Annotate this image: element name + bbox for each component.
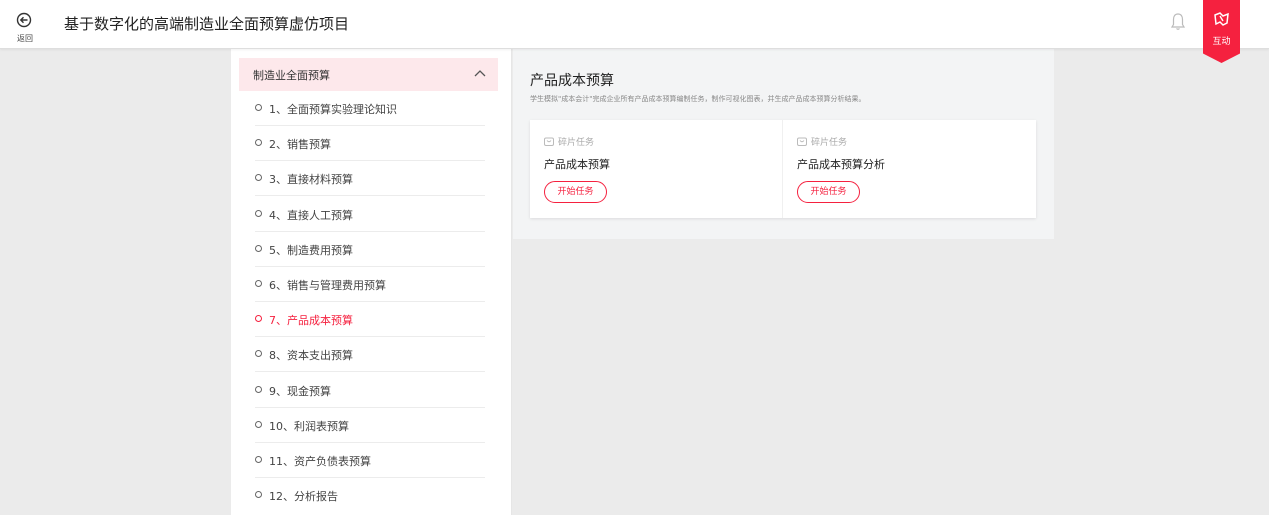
sidebar-menu-item-label: 11、资产负债表预算 (269, 455, 371, 468)
sidebar-menu-item-label: 4、直接人工预算 (269, 208, 353, 222)
task-name: 产品成本预算 (544, 158, 610, 171)
sidebar-section-header[interactable]: 制造业全面预算 (239, 58, 498, 91)
sidebar-menu-item-label: 3、直接材料预算 (269, 173, 353, 187)
bullet-icon (255, 174, 262, 182)
sidebar-menu-item-label: 5、制造费用预算 (269, 243, 353, 257)
section-title: 产品成本预算 (530, 73, 614, 89)
bullet-icon (255, 244, 262, 252)
interact-icon (1214, 12, 1229, 26)
sidebar-menu-item[interactable]: 8、资本支出预算 (255, 337, 485, 373)
sidebar-menu-item[interactable]: 2、销售预算 (255, 126, 485, 162)
bullet-icon (255, 139, 262, 147)
task-card: 碎片任务 产品成本预算 开始任务 (530, 120, 783, 218)
sidebar-menu-item-label: 6、销售与管理费用预算 (269, 279, 386, 292)
clock-icon (797, 137, 807, 146)
page-title: 基于数字化的高端制造业全面预算虚仿项目 (64, 15, 350, 33)
task-type-label: 碎片任务 (811, 138, 848, 148)
sidebar: 制造业全面预算 1、全面预算实验理论知识 2、销售预算 3、直接材料预算 4、直接人工… (231, 49, 512, 515)
top-bar: 返回 基于数字化的高端制造业全面预算虚仿项目 互动 (0, 0, 1269, 63)
bullet-icon (255, 420, 262, 428)
sidebar-menu-item[interactable]: 11、资产负债表预算 (255, 443, 485, 478)
back-arrow-icon (16, 12, 32, 28)
bullet-icon (255, 350, 262, 358)
sidebar-menu-item[interactable]: 10、利润表预算 (255, 408, 485, 443)
start-task-button[interactable]: 开始任务 (544, 181, 607, 203)
bullet-icon (255, 385, 262, 393)
sidebar-menu-item-label: 7、产品成本预算 (269, 314, 353, 328)
back-button[interactable]: 返回 (9, 8, 41, 44)
task-card-group: 碎片任务 产品成本预算 开始任务 碎片任务 产品成本预算分析 开始任务 (530, 120, 1036, 218)
task-card: 碎片任务 产品成本预算分析 开始任务 (783, 120, 1036, 218)
sidebar-menu-item-label: 9、现金预算 (269, 384, 331, 398)
sidebar-menu-item[interactable]: 6、销售与管理费用预算 (255, 267, 485, 302)
section-description: 学生模拟"成本会计"完成企业所有产品成本预算编制任务，制作可视化图表，并生成产品… (530, 95, 866, 103)
back-label: 返回 (17, 34, 33, 43)
task-type-label: 碎片任务 (558, 138, 595, 148)
bullet-icon (255, 491, 262, 499)
bell-icon[interactable] (1170, 12, 1186, 32)
task-name: 产品成本预算分析 (797, 158, 885, 171)
start-task-button[interactable]: 开始任务 (797, 181, 860, 203)
sidebar-menu-item-label: 10、利润表预算 (269, 419, 349, 433)
sidebar-menu-item-label: 1、全面预算实验理论知识 (269, 103, 397, 116)
sidebar-menu-item[interactable]: 1、全面预算实验理论知识 (255, 91, 485, 126)
sidebar-menu-item[interactable]: 5、制造费用预算 (255, 232, 485, 267)
sidebar-menu-item[interactable]: 7、产品成本预算 (255, 302, 485, 338)
interact-button[interactable]: 互动 (1203, 0, 1240, 63)
sidebar-section-title: 制造业全面预算 (253, 69, 330, 82)
clock-icon (544, 137, 554, 146)
bullet-icon (255, 104, 262, 111)
sidebar-menu-item[interactable]: 4、直接人工预算 (255, 197, 485, 232)
sidebar-menu-item[interactable]: 12、分析报告 (255, 478, 485, 513)
sidebar-menu-item-label: 2、销售预算 (269, 138, 331, 152)
bullet-icon (255, 456, 262, 463)
chevron-up-icon (474, 70, 486, 77)
sidebar-menu-item[interactable]: 3、直接材料预算 (255, 161, 485, 197)
sidebar-menu-item[interactable]: 9、现金预算 (255, 373, 485, 408)
interact-label: 互动 (1212, 37, 1231, 47)
bullet-icon (255, 315, 262, 323)
main-panel: 产品成本预算 学生模拟"成本会计"完成企业所有产品成本预算编制任务，制作可视化图… (513, 49, 1054, 239)
sidebar-menu-item-label: 12、分析报告 (269, 490, 338, 504)
bullet-icon (255, 280, 262, 287)
bullet-icon (255, 209, 262, 217)
sidebar-menu-item-label: 8、资本支出预算 (269, 349, 353, 363)
